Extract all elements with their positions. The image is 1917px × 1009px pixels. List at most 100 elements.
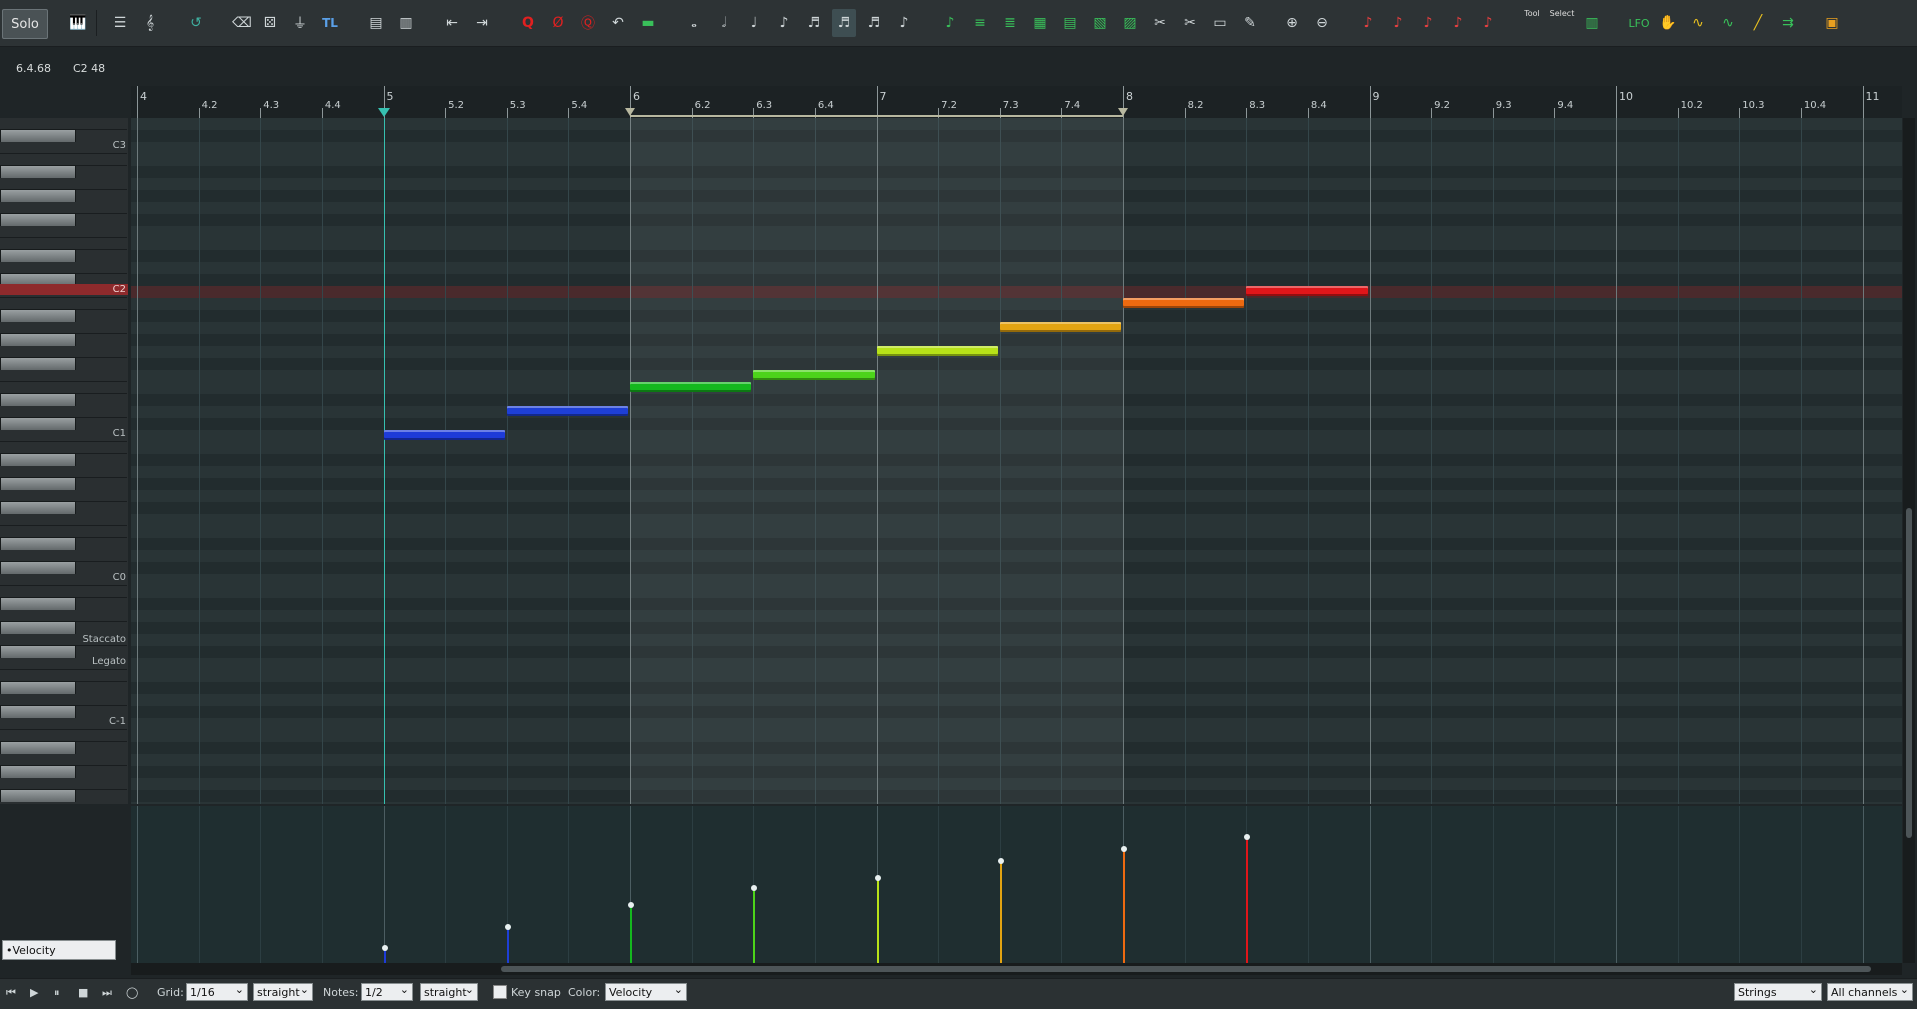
note-64-icon[interactable]: ♪ [1446, 9, 1470, 37]
note-16-icon[interactable]: ♪ [1386, 9, 1410, 37]
velocity-stem[interactable] [1123, 849, 1125, 963]
piano-key-white[interactable] [0, 574, 127, 586]
glue-icon[interactable]: ▭ [1208, 9, 1232, 37]
note-sixteenth-icon[interactable]: ♬ [802, 9, 826, 37]
note-32-icon[interactable]: ♪ [1416, 9, 1440, 37]
velocity-stem[interactable] [999, 861, 1002, 963]
key-snap-checkbox[interactable] [493, 985, 507, 999]
forward-icon[interactable]: ⏭ [102, 984, 112, 1002]
notes-mode-select[interactable]: straight [420, 981, 478, 1001]
channel-select[interactable]: All channels [1827, 981, 1913, 1001]
distribute-icon[interactable]: ≣ [998, 9, 1022, 37]
horizontal-scrollbar[interactable] [131, 963, 1902, 975]
move-left-icon[interactable]: ⇤ [440, 9, 464, 37]
velocity-stem[interactable] [506, 927, 509, 963]
quantize-icon[interactable]: Q [516, 9, 540, 37]
dice-icon[interactable]: ⚄ [258, 9, 282, 37]
velocity-handle[interactable] [874, 875, 881, 881]
pause-icon[interactable]: ⏸ [54, 984, 60, 1002]
midi-note[interactable] [999, 322, 1121, 332]
color-select[interactable]: Velocity [605, 981, 687, 1001]
velocity-handle[interactable] [1244, 834, 1251, 840]
list-view-icon[interactable]: ▤ [364, 9, 388, 37]
color-icon[interactable]: ▣ [1820, 9, 1844, 37]
scroll-thumb[interactable] [501, 966, 1871, 972]
velocity-handle[interactable] [997, 858, 1004, 864]
select-button[interactable]: Select [1548, 9, 1576, 37]
grid-mode-select[interactable]: straight [253, 981, 313, 1001]
midi-note[interactable] [506, 406, 628, 416]
midi-note[interactable] [1246, 286, 1368, 296]
velocity-lane[interactable] [131, 806, 1902, 963]
velocity-handle[interactable] [628, 902, 634, 908]
filter-icon[interactable]: ⏚ [288, 9, 312, 37]
legato-icon[interactable]: ▬ [636, 9, 660, 37]
piano-key-white[interactable] [0, 514, 127, 526]
midi-note[interactable] [876, 346, 998, 356]
piano-key-white[interactable] [0, 226, 127, 238]
velocity-stem[interactable] [876, 878, 879, 963]
mixer-icon[interactable]: ▥ [1580, 9, 1604, 37]
piano-keys-icon[interactable]: 🎹 [66, 9, 90, 37]
velocity-stem[interactable] [1246, 837, 1249, 963]
tl-button[interactable]: TL [318, 9, 342, 37]
grid-icon[interactable]: ▦ [1028, 9, 1052, 37]
midi-note[interactable] [630, 382, 752, 392]
cut-icon[interactable]: ✂ [1178, 9, 1202, 37]
velocity-handle[interactable] [751, 885, 758, 891]
note-whole-icon[interactable]: 𝅝 [682, 9, 706, 37]
velocity-handle[interactable] [1121, 846, 1127, 852]
zoom-in-icon[interactable]: ⊕ [1280, 9, 1304, 37]
vertical-scrollbar[interactable] [1903, 118, 1915, 963]
midi-note[interactable] [383, 430, 505, 440]
note-128-icon[interactable]: ♪ [1476, 9, 1500, 37]
stretch-icon[interactable]: ▤ [1058, 9, 1082, 37]
note-quarter-icon[interactable]: ♩ [742, 9, 766, 37]
piano-key-white[interactable] [0, 802, 127, 804]
brush-icon[interactable]: ▨ [1118, 9, 1142, 37]
move-right-icon[interactable]: ⇥ [470, 9, 494, 37]
note-half-icon[interactable]: 𝅗𝅥 [712, 9, 736, 37]
align-icon[interactable]: ≡ [968, 9, 992, 37]
arrow-tool-icon[interactable]: ⇉ [1776, 9, 1800, 37]
note-128th-icon[interactable]: ♪ [892, 9, 916, 37]
curve-tool-icon[interactable]: ∿ [1686, 9, 1710, 37]
rewind-icon[interactable]: ⏮ [6, 984, 16, 1002]
velocity-handle[interactable] [381, 945, 388, 951]
stop-icon[interactable]: ■ [78, 984, 88, 1002]
piano-key-white[interactable] [0, 142, 127, 154]
notes-select[interactable]: 1/2 [361, 981, 413, 1001]
piano-roll-grid[interactable] [131, 118, 1902, 804]
note-eighth-icon[interactable]: ♪ [772, 9, 796, 37]
velocity-up-icon[interactable]: ♪ [938, 9, 962, 37]
solo-button[interactable]: Solo [2, 9, 48, 39]
zoom-out-icon[interactable]: ⊖ [1310, 9, 1334, 37]
undo-icon[interactable]: ↺ [184, 9, 208, 37]
lfo-button[interactable]: LFO [1624, 9, 1654, 37]
curve-icon[interactable]: ↶ [606, 9, 630, 37]
vscroll-thumb[interactable] [1906, 508, 1912, 838]
loop-range[interactable] [630, 115, 1123, 117]
piano-keyboard[interactable]: C3 C2 C1 C0 Staccato Legato C-1 [0, 118, 128, 804]
hand-icon[interactable]: ✋ [1656, 9, 1680, 37]
velocity-handle[interactable] [504, 924, 511, 930]
midi-note[interactable] [1123, 298, 1245, 308]
midi-note[interactable] [753, 370, 875, 380]
instrument-select[interactable]: Strings [1734, 981, 1822, 1001]
note-8-icon[interactable]: ♪ [1356, 9, 1380, 37]
velocity-stem[interactable] [630, 905, 632, 963]
loop-icon[interactable]: ◯ [126, 984, 138, 1002]
play-icon[interactable]: ▶ [30, 984, 38, 1002]
compress-icon[interactable]: ▧ [1088, 9, 1112, 37]
split-icon[interactable]: ✂ [1148, 9, 1172, 37]
line-tool-icon[interactable]: ╱ [1746, 9, 1770, 37]
restore-icon[interactable]: Ⓠ [576, 9, 600, 37]
notation-icon[interactable]: 𝄞 [138, 9, 162, 37]
list-icon[interactable]: ☰ [108, 9, 132, 37]
sine-icon[interactable]: ∿ [1716, 9, 1740, 37]
lane-selector[interactable]: •Velocity [2, 940, 116, 960]
velocity-stem[interactable] [753, 888, 756, 963]
playhead-marker[interactable] [377, 108, 390, 117]
tool-button[interactable]: Tool [1518, 9, 1546, 37]
dequantize-icon[interactable]: Ø [546, 9, 570, 37]
